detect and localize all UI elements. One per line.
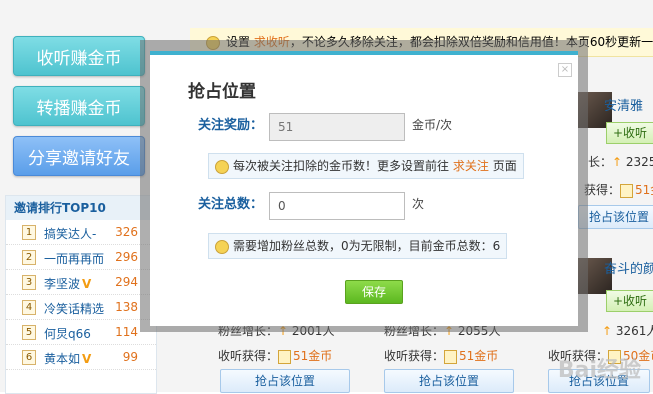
reward-input[interactable] [269, 113, 405, 141]
verified-icon: V [82, 277, 92, 291]
listen-earn-button[interactable]: 收听赚金币 [13, 36, 145, 76]
ranking-row: 5 何炅q66 114 [6, 320, 156, 345]
earn-row: 获得：51金币 [584, 183, 653, 198]
follow-button[interactable]: +收听 [606, 122, 653, 144]
close-icon[interactable]: × [558, 63, 572, 77]
hint-suffix: 页面 [492, 159, 517, 173]
lightbulb-icon [215, 159, 229, 174]
sidebar: 收听赚金币 转播赚金币 分享邀请好友 邀请排行TOP10 1 搞笑达人- 326 2 一… [0, 0, 160, 394]
user-name[interactable]: 安清雅 [604, 95, 643, 114]
rank-value: 296 [115, 250, 138, 264]
rank-user-link[interactable]: 搞笑达人- [44, 225, 96, 242]
growth-row: 长：↑ 2325人 [588, 155, 653, 169]
share-invite-button[interactable]: 分享邀请好友 [13, 136, 145, 176]
up-arrow-icon: ↑ [612, 155, 623, 169]
reward-label: 关注奖励： [198, 118, 264, 133]
reward-hint: 每次被关注扣除的金币数！更多设置前往 求关注 页面 [208, 153, 524, 179]
rank-user-link[interactable]: 何炅q66 [44, 325, 91, 342]
total-label: 关注总数： [198, 197, 264, 212]
rank-user-link[interactable]: 李坚波 V [44, 275, 91, 292]
ranking-title: 邀请排行TOP10 [6, 196, 156, 220]
rank-value: 114 [115, 325, 138, 339]
user-name[interactable]: 奋斗的颜 [604, 258, 653, 277]
growth-row: ↑ 3261人 [602, 324, 653, 338]
reward-unit: 金币/次 [412, 118, 453, 132]
rank-number: 4 [22, 300, 36, 315]
ranking-row: 1 搞笑达人- 326 [6, 220, 156, 245]
rank-value: 294 [115, 275, 138, 289]
ranking-row: 2 一而再再而 296 [6, 245, 156, 270]
hint-text: 需要增加粉丝总数，0为无限制，目前金币总数：6 [233, 239, 501, 253]
rank-number: 3 [22, 275, 36, 290]
save-button[interactable]: 保存 [345, 280, 403, 304]
ranking-row: 4 冷笑话精选 138 [6, 295, 156, 320]
rank-value: 326 [115, 225, 138, 239]
locate-button[interactable]: 抢占该位置 [384, 369, 514, 393]
rank-value: 99 [122, 350, 138, 364]
rank-number: 6 [22, 350, 36, 365]
verified-icon: V [82, 352, 92, 366]
watermark-logo: Bai经验 [557, 358, 641, 383]
dialog-title: 抢占位置 [188, 82, 256, 102]
follow-button[interactable]: +收听 [606, 290, 653, 312]
ranking-list: 1 搞笑达人- 326 2 一而再再而 296 3 李坚波 V 294 4 冷笑话精选 138 5 何炅q6… [6, 220, 156, 370]
rank-number: 5 [22, 325, 36, 340]
lightbulb-icon [215, 239, 229, 254]
total-hint: 需要增加粉丝总数，0为无限制，目前金币总数：6 [208, 233, 508, 259]
coin-icon [278, 349, 292, 364]
occupy-position-dialog: × 抢占位置 关注奖励： 金币/次 每次被关注扣除的金币数！更多设置前往 求关注… [150, 51, 578, 326]
earn-row: 收听获得： 51金币 [218, 349, 333, 364]
up-arrow-icon: ↑ [602, 324, 613, 338]
locate-button[interactable]: 抢占该位置 [220, 369, 350, 393]
coin-icon [620, 183, 634, 198]
rank-user-link[interactable]: 冷笑话精选 [44, 300, 104, 317]
rank-user-link[interactable]: 黄本如 V [44, 350, 91, 367]
ranking-row: 3 李坚波 V 294 [6, 270, 156, 295]
rank-value: 138 [115, 300, 138, 314]
rank-user-link[interactable]: 一而再再而 [44, 250, 104, 267]
total-unit: 次 [412, 197, 425, 211]
locate-button[interactable]: 抢占该位置 [578, 205, 653, 229]
ranking-row: 6 黄本如 V 99 [6, 345, 156, 370]
hint-text: 每次被关注扣除的金币数！更多设置前往 [233, 159, 450, 173]
coin-icon [444, 349, 458, 364]
earn-row: 收听获得： 51金币 [384, 349, 499, 364]
repost-earn-button[interactable]: 转播赚金币 [13, 86, 145, 126]
total-input[interactable] [269, 192, 405, 220]
seek-follow-link[interactable]: 求关注 [453, 159, 489, 173]
invite-ranking-panel: 邀请排行TOP10 1 搞笑达人- 326 2 一而再再而 296 3 李坚波 V 294 4 冷笑话… [5, 195, 157, 394]
rank-number: 1 [22, 225, 36, 240]
rank-number: 2 [22, 250, 36, 265]
